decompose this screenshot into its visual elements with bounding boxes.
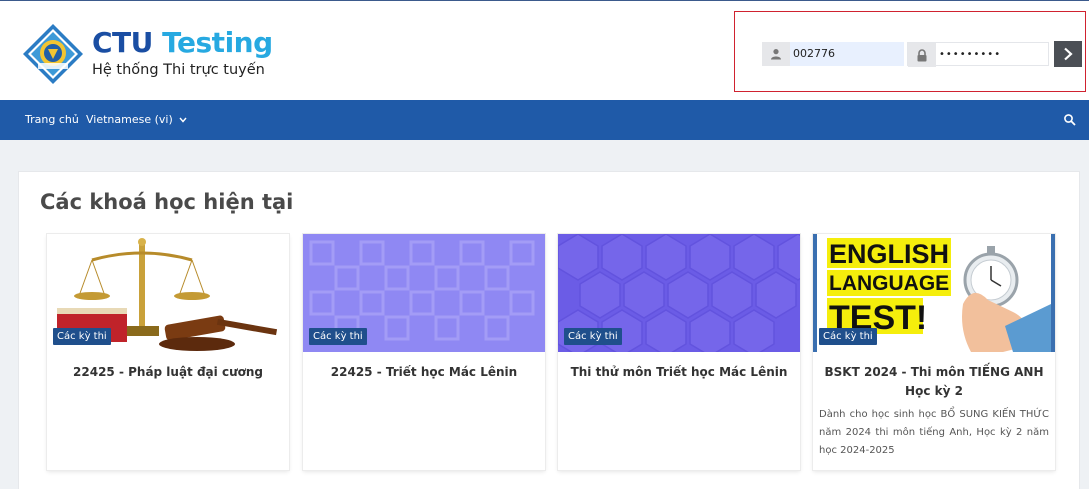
lock-icon	[908, 43, 936, 67]
course-category-badge: Các kỳ thi	[309, 328, 367, 345]
language-menu[interactable]: Vietnamese (vi)	[86, 100, 187, 140]
site-header: CTU Testing Hệ thống Thi trực tuyến 0027…	[0, 0, 1089, 100]
user-icon	[762, 42, 790, 66]
password-value: •••••••••	[939, 49, 1002, 60]
course-category-badge: Các kỳ thi	[564, 328, 622, 345]
language-label: Vietnamese (vi)	[86, 113, 173, 126]
chevron-right-icon	[1064, 47, 1073, 61]
course-card[interactable]: Các kỳ thi 22425 - Triết học Mác Lênin	[303, 234, 545, 470]
chevron-down-icon	[179, 117, 187, 123]
brand-part2: Testing	[162, 26, 273, 59]
brand-tagline: Hệ thống Thi trực tuyến	[92, 62, 265, 78]
nav-home-link[interactable]: Trang chủ	[25, 100, 79, 140]
brand-part1: CTU	[92, 26, 153, 59]
english-image-line2: LANGUAGE	[829, 272, 949, 295]
english-image-line1: ENGLISH	[829, 239, 949, 269]
username-value: 002776	[793, 47, 835, 60]
course-title[interactable]: 22425 - Triết học Mác Lênin	[311, 363, 537, 382]
courses-panel: Các khoá học hiện tại Các kỳ thi 22425 -…	[18, 171, 1080, 489]
course-card[interactable]: Các kỳ thi 22425 - Pháp luật đại cương	[47, 234, 289, 470]
login-submit-button[interactable]	[1054, 41, 1082, 67]
course-card[interactable]: Các kỳ thi Thi thử môn Triết học Mác Lên…	[558, 234, 800, 470]
course-title[interactable]: Thi thử môn Triết học Mác Lênin	[566, 363, 792, 382]
course-card[interactable]: ENGLISH LANGUAGE TEST! Các kỳ thi BSKT 2…	[813, 234, 1055, 470]
main-navbar: Trang chủ Vietnamese (vi)	[0, 100, 1089, 140]
ctu-logo-icon[interactable]	[22, 23, 84, 85]
section-title: Các khoá học hiện tại	[40, 190, 294, 214]
course-category-badge: Các kỳ thi	[819, 328, 877, 345]
course-description: Dành cho học sinh học BỔ SUNG KIẾN THỨC …	[819, 409, 1049, 456]
course-title[interactable]: 22425 - Pháp luật đại cương	[55, 363, 281, 382]
username-field[interactable]: 002776	[762, 42, 904, 66]
brand-name: CTU Testing	[92, 27, 273, 59]
course-category-badge: Các kỳ thi	[53, 328, 111, 345]
password-field[interactable]: •••••••••	[907, 42, 1049, 67]
course-title[interactable]: BSKT 2024 - Thi môn TIẾNG ANH Học kỳ 2	[821, 363, 1047, 401]
login-form: 002776 •••••••••	[734, 11, 1086, 92]
search-icon[interactable]	[1063, 113, 1077, 127]
